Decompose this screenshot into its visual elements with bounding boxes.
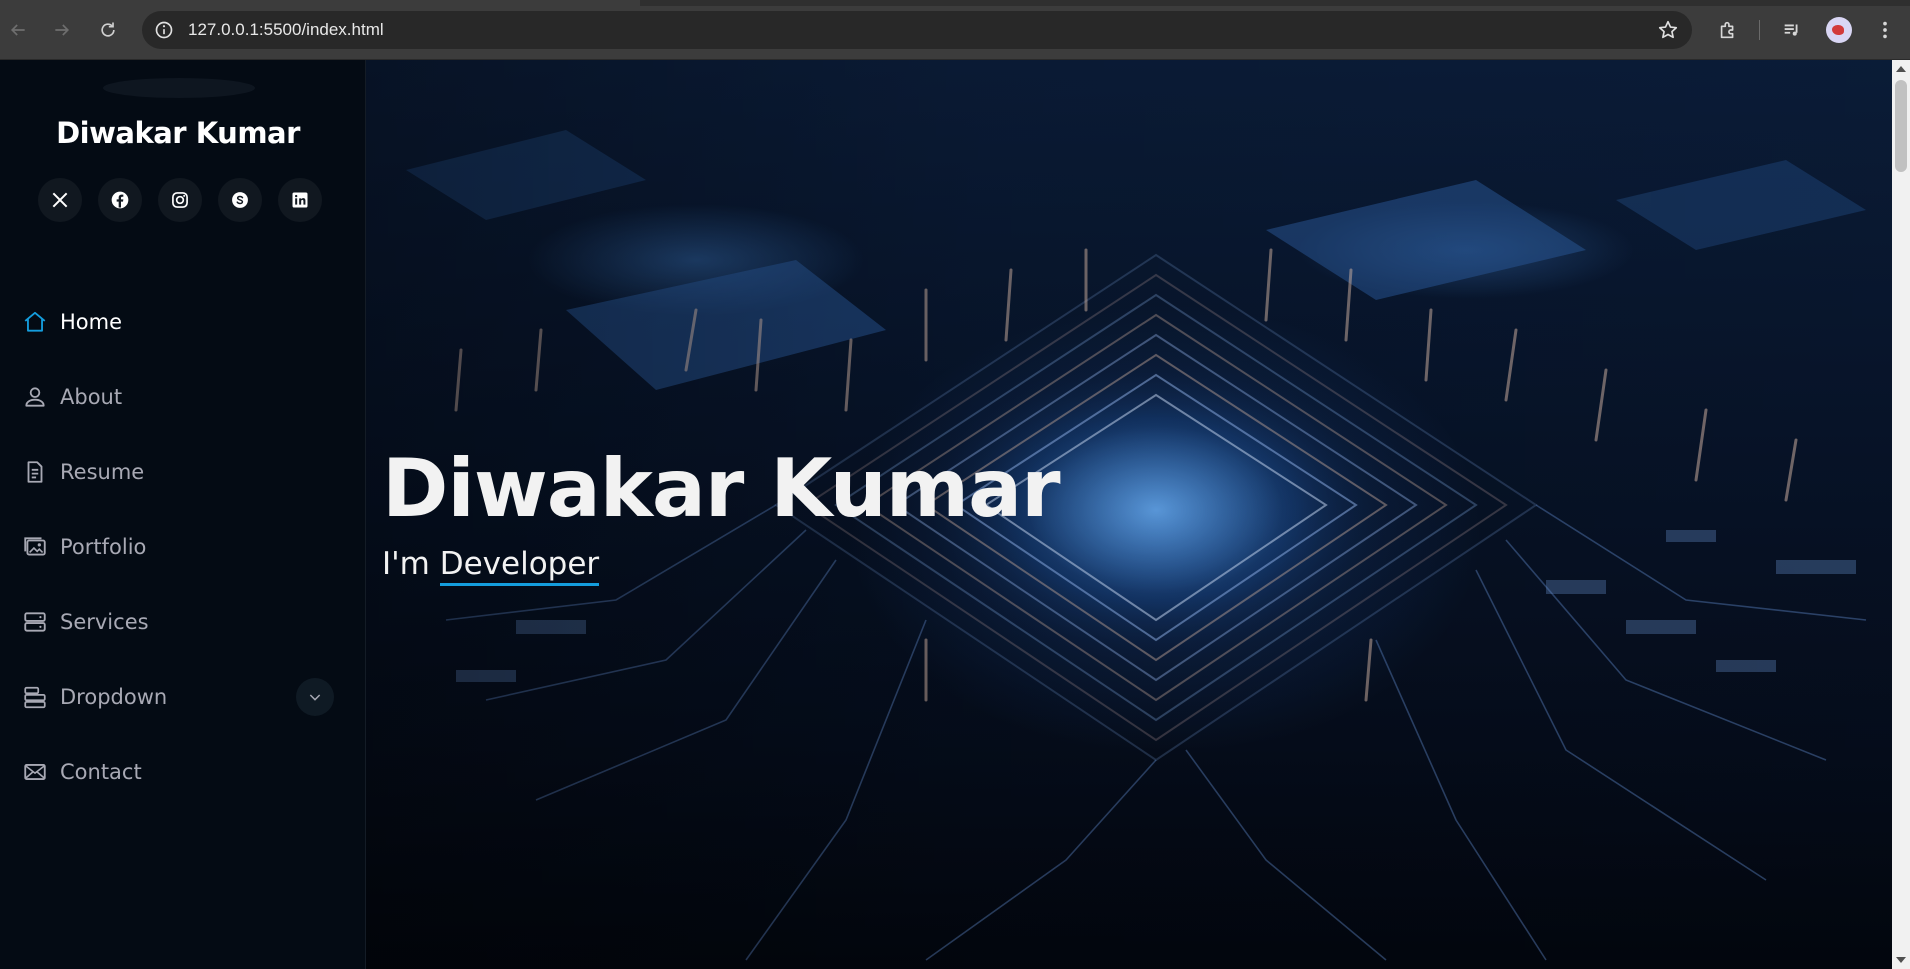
menu-list-icon bbox=[22, 684, 48, 710]
nav-label: Resume bbox=[60, 459, 145, 484]
address-bar[interactable]: 127.0.0.1:5500/index.html bbox=[142, 11, 1692, 49]
forward-button[interactable] bbox=[46, 14, 78, 46]
home-icon bbox=[22, 309, 48, 335]
social-links bbox=[38, 178, 322, 222]
reload-icon bbox=[101, 22, 115, 37]
media-controls-button[interactable] bbox=[1776, 14, 1808, 46]
hero-subtitle: I'm Developer bbox=[382, 546, 600, 586]
chevron-down-icon bbox=[309, 694, 321, 701]
linkedin-icon bbox=[292, 192, 308, 208]
tab-strip-edge bbox=[640, 0, 1910, 6]
hero-prefix: I'm bbox=[382, 546, 430, 582]
typed-role: Developer bbox=[439, 546, 600, 586]
nav-label: Services bbox=[60, 609, 149, 634]
site-info-icon[interactable] bbox=[152, 18, 176, 42]
scroll-down-arrow-icon[interactable] bbox=[1896, 957, 1906, 963]
more-vertical-icon bbox=[1883, 21, 1887, 39]
linkedin-link[interactable] bbox=[278, 178, 322, 222]
extensions-button[interactable] bbox=[1712, 14, 1744, 46]
scroll-up-arrow-icon[interactable] bbox=[1896, 66, 1906, 72]
nav-item-services[interactable]: Services bbox=[0, 584, 366, 659]
profile-avatar[interactable] bbox=[1826, 17, 1852, 43]
person-icon bbox=[22, 384, 48, 410]
chrome-menu-button[interactable] bbox=[1869, 14, 1901, 46]
page-scrollbar[interactable] bbox=[1892, 60, 1910, 969]
profile-image bbox=[103, 78, 255, 98]
instagram-link[interactable] bbox=[158, 178, 202, 222]
nav-item-dropdown[interactable]: Dropdown bbox=[0, 659, 366, 734]
hero-title: Diwakar Kumar bbox=[382, 442, 1061, 535]
nav-item-portfolio[interactable]: Portfolio bbox=[0, 509, 366, 584]
arrow-left-icon bbox=[10, 24, 25, 36]
nav-label: Dropdown bbox=[60, 684, 168, 709]
nav-item-about[interactable]: About bbox=[0, 359, 366, 434]
bookmark-star-icon[interactable] bbox=[1656, 18, 1680, 42]
hero-section: Diwakar Kumar I'm Developer bbox=[366, 60, 1892, 969]
browser-toolbar: 127.0.0.1:5500/index.html bbox=[0, 0, 1910, 60]
nav-item-resume[interactable]: Resume bbox=[0, 434, 366, 509]
site-name[interactable]: Diwakar Kumar bbox=[0, 116, 356, 150]
images-icon bbox=[22, 534, 48, 560]
facebook-link[interactable] bbox=[98, 178, 142, 222]
instagram-icon bbox=[172, 192, 188, 208]
puzzle-icon bbox=[1720, 21, 1734, 39]
envelope-icon bbox=[22, 759, 48, 785]
scroll-thumb[interactable] bbox=[1895, 80, 1907, 172]
main-navigation: Home About Resume Portfolio Services Dro… bbox=[0, 284, 366, 809]
sidebar: Diwakar Kumar Home About Resume Portfoli… bbox=[0, 60, 366, 969]
facebook-icon bbox=[111, 191, 129, 209]
nav-label: About bbox=[60, 384, 123, 409]
queue-music-icon bbox=[1784, 24, 1798, 36]
skype-link[interactable] bbox=[218, 178, 262, 222]
x-twitter-icon bbox=[52, 192, 68, 208]
reload-button[interactable] bbox=[92, 14, 124, 46]
skype-icon bbox=[232, 192, 248, 208]
toolbar-divider bbox=[1759, 20, 1760, 40]
nav-label: Portfolio bbox=[60, 534, 147, 559]
dropdown-toggle[interactable] bbox=[296, 678, 334, 716]
arrow-right-icon bbox=[55, 24, 70, 36]
nav-label: Home bbox=[60, 309, 123, 334]
hdd-stack-icon bbox=[22, 609, 48, 635]
nav-label: Contact bbox=[60, 759, 142, 784]
x-twitter-link[interactable] bbox=[38, 178, 82, 222]
nav-item-home[interactable]: Home bbox=[0, 284, 366, 359]
url-text[interactable]: 127.0.0.1:5500/index.html bbox=[188, 11, 384, 49]
file-text-icon bbox=[22, 459, 48, 485]
nav-item-contact[interactable]: Contact bbox=[0, 734, 366, 809]
back-button[interactable] bbox=[2, 14, 34, 46]
